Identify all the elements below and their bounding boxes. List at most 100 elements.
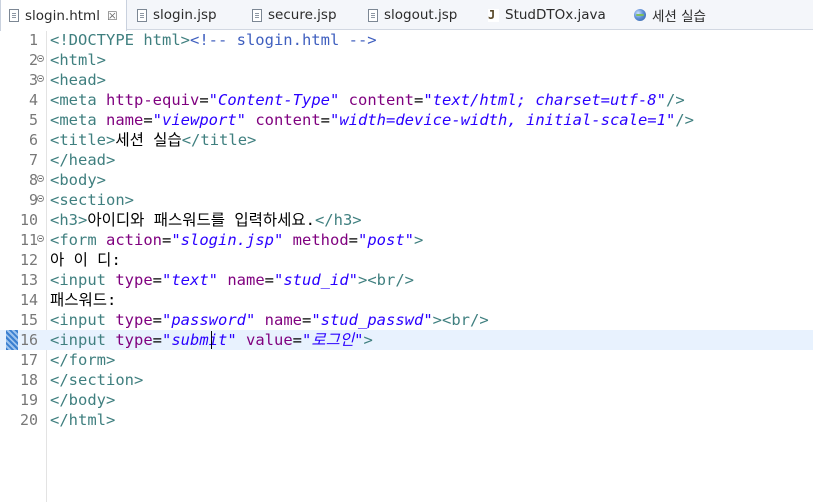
tab-secure-jsp[interactable]: secure.jsp [246,0,352,30]
code-line[interactable]: 13 <input type="text" name="stud_id"><br/… [0,270,813,290]
code-text: 패스워드: [50,290,116,310]
code-line[interactable]: 8 <body> [0,170,813,190]
code-token: name [264,311,302,329]
code-token: /> [675,111,694,129]
tab-label: slogout.jsp [384,7,458,23]
tab-label: slogin.jsp [153,7,217,23]
tab-label: StudDTOx.java [505,7,606,23]
jsp-file-icon [137,8,147,22]
code-token: </head> [50,151,116,169]
code-line[interactable]: 11 <form action="slogin.jsp" method="post… [0,230,813,250]
code-line[interactable]: 19 </body> [0,390,813,410]
code-token: </h3> [314,211,362,229]
line-number: 18 [19,371,38,389]
line-number: 13 [19,271,38,289]
code-line[interactable]: 12 아 이 디: [0,250,813,270]
fold-toggle-icon[interactable] [37,195,44,202]
code-token: 패스워드: [50,291,117,309]
line-number: 1 [28,31,38,49]
tab-session-practice[interactable]: 세션 실습 [632,0,752,30]
jsp-file-icon [252,8,262,22]
code-token: "slogin.jsp" [171,231,284,249]
code-token: = [143,111,153,129]
code-line[interactable]: 2 <html> [0,50,813,70]
code-token: <!-- slogin.html --> [189,31,377,49]
tab-label: slogin.html [25,7,100,24]
code-token: </body> [50,391,116,409]
code-line[interactable]: 6 <title>세션 실습</title> [0,130,813,150]
code-line[interactable]: 18 </section> [0,370,813,390]
tab-label: 세션 실습 [652,9,706,25]
fold-toggle-icon[interactable] [37,75,44,82]
code-text: <section> [50,190,134,210]
line-number: 6 [28,131,38,149]
code-token: <meta [50,91,106,109]
fold-toggle-icon[interactable] [37,235,44,242]
code-line[interactable]: 7 </head> [0,150,813,170]
code-token: <input [50,271,116,289]
code-token: "password" [162,311,256,329]
line-number: 16 [19,331,38,349]
html-file-icon [9,9,19,22]
code-token: "text/html; charset=utf-8" [423,91,666,109]
code-line[interactable]: 10 <h3>아이디와 패스워드를 입력하세요.</h3> [0,210,813,230]
code-token: > [414,231,424,249]
code-text: <!DOCTYPE html><!-- slogin.html --> [50,30,377,50]
code-token: = [414,91,424,109]
line-number: 2 [28,51,38,69]
code-token: "post" [358,231,415,249]
tab-slogin-jsp[interactable]: slogin.jsp [131,0,239,30]
code-editor[interactable]: 1 <!DOCTYPE html><!-- slogin.html --> 2 <ht… [0,30,813,502]
code-token: name [106,111,144,129]
code-text: <meta http-equiv="Content-Type" content=… [50,90,685,110]
code-token: = [152,311,162,329]
line-number: 20 [19,411,38,429]
code-line[interactable]: 16 <input type="submit" value="로그인"> [0,330,813,350]
fold-toggle-icon[interactable] [37,175,44,182]
code-line[interactable]: 20 </html> [0,410,813,430]
fold-toggle-icon[interactable] [37,55,44,62]
code-token: "viewport" [152,111,246,129]
code-token: <form [50,231,106,249]
code-token: "text" [162,271,218,289]
tab-studdtox-java[interactable]: J StudDTOx.java [484,0,622,30]
code-token: 아 이 디: [50,251,121,269]
code-text: <input type="text" name="stud_id"><br/> [50,270,414,290]
code-token: value [246,331,293,349]
code-text: <input type="submit" value="로그인"> [50,330,373,350]
web-browser-icon [634,9,646,21]
code-line[interactable]: 3 <head> [0,70,813,90]
code-line[interactable]: 9 <section> [0,190,813,210]
code-line[interactable]: 15 <input type="password" name="stud_pass… [0,310,813,330]
code-line[interactable]: 14 패스워드: [0,290,813,310]
code-token: = [264,271,275,289]
java-file-icon: J [488,8,499,22]
code-line[interactable]: 17 </form> [0,350,813,370]
code-token: method [292,231,349,249]
code-token: > [363,331,373,349]
code-line[interactable]: 1 <!DOCTYPE html><!-- slogin.html --> [0,30,813,50]
code-token: </form> [50,351,116,369]
code-token: type [115,271,153,289]
close-icon[interactable]: ☒ [107,9,118,23]
tab-slogout-jsp[interactable]: slogout.jsp [362,0,474,30]
code-token: "stud_passwd" [311,311,433,329]
code-token: action [106,231,162,249]
code-text: <form action="slogin.jsp" method="post"> [50,230,423,250]
jsp-file-icon [368,8,378,22]
code-token: = [162,231,172,249]
code-line[interactable]: 5 <meta name="viewport" content="width=de… [0,110,813,130]
code-token: ><br/> [358,271,415,289]
line-number: 4 [28,91,38,109]
tab-slogin-html[interactable]: slogin.html ☒ [0,0,127,31]
code-token: "로그인" [302,331,364,349]
code-token: <html> [50,51,106,69]
code-line[interactable]: 4 <meta http-equiv="Content-Type" content… [0,90,813,110]
code-token: /> [665,91,685,109]
code-text: <meta name="viewport" content="width=dev… [50,110,694,130]
code-token: = [348,231,359,249]
code-token: 아이디와 패스워드를 입력하세요. [87,211,315,229]
code-token: <section> [50,191,134,209]
